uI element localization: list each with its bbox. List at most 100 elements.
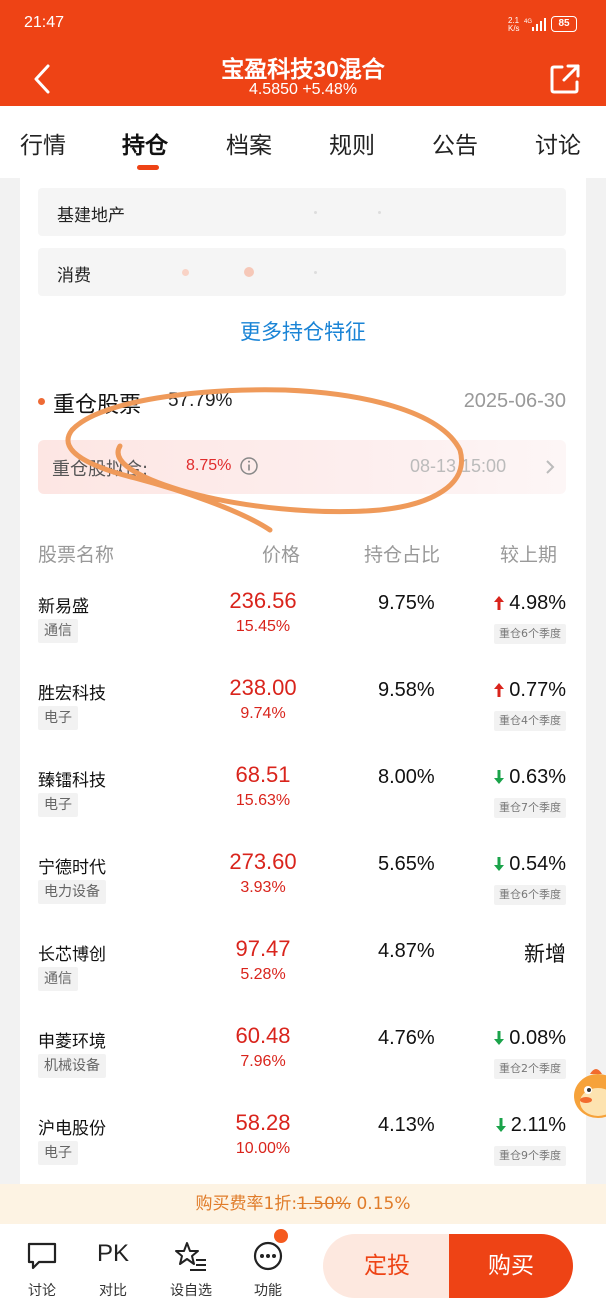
discuss-button[interactable]: 讨论 <box>17 1236 67 1302</box>
sector-tag: 电子 <box>38 706 78 730</box>
sector-tag: 电子 <box>38 1141 78 1165</box>
arrow-down-icon <box>494 857 505 871</box>
signal-icon: 4G <box>524 18 546 31</box>
table-row[interactable]: 宁德时代 电力设备 273.60 3.93% 5.65% 0.54% 重仓6个季度 <box>38 847 566 933</box>
stock-name: 宁德时代 <box>38 858 106 878</box>
fixed-invest-button[interactable]: 定投 <box>323 1234 451 1298</box>
more-dots-icon <box>253 1241 283 1271</box>
feature-row: 消费 <box>38 248 566 296</box>
active-tab-indicator <box>137 165 159 170</box>
table-row[interactable]: 沪电股份 电子 58.28 10.00% 4.13% 2.11% 重仓9个季度 <box>38 1108 566 1194</box>
arrow-up-icon <box>494 683 505 697</box>
tab-announcements[interactable]: 公告 <box>432 126 478 160</box>
status-bar: 21:47 2.1 K/s 4G 85 <box>0 0 606 48</box>
quarters-badge: 重仓7个季度 <box>494 798 566 818</box>
stock-change: 15.63% <box>235 792 291 809</box>
table-row[interactable]: 长芯博创 通信 97.47 5.28% 4.87% 新增 <box>38 934 566 1020</box>
add-watchlist-button[interactable]: 设自选 <box>166 1236 216 1302</box>
chat-bubble-icon <box>27 1242 57 1270</box>
discuss-label: 讨论 <box>28 1283 56 1299</box>
col-change: 较上期 <box>500 544 558 566</box>
fund-nav-change: 4.5850 +5.48% <box>248 81 358 98</box>
heavy-fit-banner[interactable]: 重仓股拟合: 8.75% 08-13 15:00 <box>38 440 566 494</box>
stock-change: 10.00% <box>235 1140 291 1157</box>
notification-dot <box>274 1229 288 1243</box>
table-row[interactable]: 申菱环境 机械设备 60.48 7.96% 4.76% 0.08% 重仓2个季度 <box>38 1021 566 1107</box>
heavy-stocks-header: 重仓股票 57.79% 2025-06-30 <box>38 383 566 418</box>
buy-button[interactable]: 购买 <box>449 1234 573 1298</box>
stock-price: 236.56 <box>229 588 297 613</box>
compare-button[interactable]: PK 对比 <box>88 1236 138 1302</box>
arrow-down-icon <box>494 770 505 784</box>
feature-dot <box>314 211 317 214</box>
feature-label: 消费 <box>57 266 91 286</box>
quarters-badge: 重仓4个季度 <box>494 711 566 731</box>
quarters-badge: 重仓2个季度 <box>494 1059 566 1079</box>
tab-rules[interactable]: 规则 <box>329 126 375 160</box>
col-holding: 持仓占比 <box>364 544 441 566</box>
fee-promo-bar: 购买费率1折:1.50% 0.15% <box>0 1184 606 1224</box>
tab-discussion[interactable]: 讨论 <box>535 126 581 160</box>
tab-bar: 行情 持仓 档案 规则 公告 讨论 <box>0 106 606 178</box>
status-time: 21:47 <box>24 14 65 31</box>
battery-icon: 85 <box>551 16 577 32</box>
holding-ratio: 4.87% <box>378 940 435 962</box>
more-features-link[interactable]: 更多持仓特征 <box>20 316 586 346</box>
feature-dot <box>378 211 381 214</box>
network-speed: 2.1 K/s <box>508 17 520 33</box>
holding-delta: 0.08% <box>509 1027 566 1049</box>
share-icon[interactable] <box>548 62 582 96</box>
table-row[interactable]: 新易盛 通信 236.56 15.45% 9.75% 4.98% 重仓6个季度 <box>38 586 566 672</box>
stock-price: 58.28 <box>235 1110 291 1135</box>
table-header: 股票名称 价格 持仓占比 较上期 <box>38 540 566 570</box>
sector-tag: 电子 <box>38 793 78 817</box>
compare-label: 对比 <box>99 1283 127 1299</box>
stock-price: 238.00 <box>229 675 297 700</box>
table-row[interactable]: 胜宏科技 电子 238.00 9.74% 9.58% 0.77% 重仓4个季度 <box>38 673 566 759</box>
holding-ratio: 9.75% <box>378 592 435 614</box>
stock-price: 60.48 <box>235 1023 291 1048</box>
fund-holdings-page: 21:47 2.1 K/s 4G 85 宝盈科技30混合 4.5850 +5.4… <box>0 0 606 1308</box>
net-speed-unit: K/s <box>508 24 520 33</box>
network-type: 4G <box>524 19 532 25</box>
arrow-down-icon <box>495 1118 506 1132</box>
feature-dot <box>244 267 254 277</box>
heavy-stocks-title: 重仓股票 <box>53 393 142 418</box>
holding-delta: 0.63% <box>509 766 566 788</box>
stock-name: 沪电股份 <box>38 1119 106 1139</box>
stock-price: 68.51 <box>235 762 291 787</box>
star-list-icon <box>175 1242 206 1271</box>
stock-change: 3.93% <box>240 879 286 896</box>
holding-delta: 2.11% <box>510 1114 566 1136</box>
arrow-up-icon <box>494 596 505 610</box>
quarters-badge: 重仓6个季度 <box>494 624 566 644</box>
stock-change: 9.74% <box>240 705 286 722</box>
fit-label: 重仓股拟合: <box>52 459 149 480</box>
tab-holdings[interactable]: 持仓 <box>122 126 168 160</box>
new-position-label: 新增 <box>524 942 566 966</box>
stock-name: 胜宏科技 <box>38 684 106 704</box>
holdings-card: 基建地产 消费 更多持仓特征 重仓股票 57.79% 2025-06-30 重仓… <box>20 178 586 1184</box>
holding-ratio: 9.58% <box>378 679 435 701</box>
tab-profile[interactable]: 档案 <box>226 126 272 160</box>
quarters-badge: 重仓9个季度 <box>494 1146 566 1166</box>
mascot-icon[interactable] <box>566 1060 606 1124</box>
table-row[interactable]: 臻镭科技 电子 68.51 15.63% 8.00% 0.63% 重仓7个季度 <box>38 760 566 846</box>
tab-market[interactable]: 行情 <box>20 126 66 160</box>
quarters-badge: 重仓6个季度 <box>494 885 566 905</box>
functions-button[interactable]: 功能 <box>243 1236 293 1302</box>
sector-tag: 电力设备 <box>38 880 106 904</box>
fit-time: 08-13 15:00 <box>410 456 507 476</box>
stock-name: 臻镭科技 <box>38 771 106 791</box>
info-icon[interactable] <box>239 456 259 476</box>
sector-tag: 机械设备 <box>38 1054 106 1078</box>
holding-ratio: 8.00% <box>378 766 435 788</box>
fit-value: 8.75% <box>186 457 232 474</box>
feature-label: 基建地产 <box>57 206 125 226</box>
feature-row: 基建地产 <box>38 188 566 236</box>
stock-change: 15.45% <box>235 618 291 635</box>
stock-price: 273.60 <box>229 849 297 874</box>
promo-new-rate: 0.15% <box>356 1194 411 1214</box>
promo-prefix: 购买费率1折: <box>195 1194 298 1214</box>
holding-delta: 0.77% <box>509 679 566 701</box>
